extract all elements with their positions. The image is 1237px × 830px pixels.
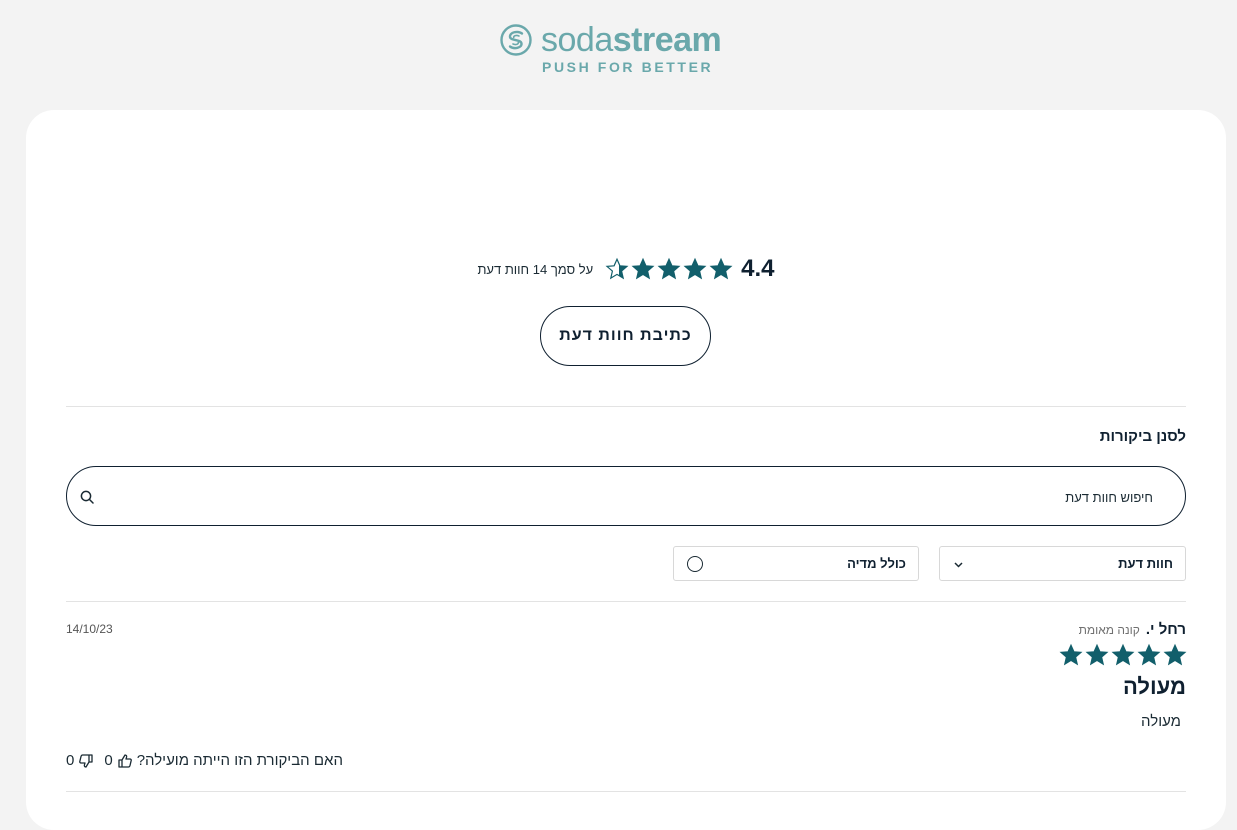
review-body: מעולה [1141, 713, 1181, 730]
media-filter-label: כולל מדיה [847, 556, 906, 571]
rating-summary: על סמך 14 חוות דעת 4.4 [26, 255, 1226, 283]
filter-reviews-title: לסנן ביקורות [1099, 428, 1186, 445]
sodastream-logo-icon [500, 24, 532, 56]
star-icon [709, 257, 733, 280]
logo-wordmark-bold: stream [612, 21, 722, 59]
reviews-card: על סמך 14 חוות דעת 4.4 כתיבת חוות דעת לס… [26, 110, 1226, 830]
star-icon [683, 257, 707, 280]
summary-stars [605, 257, 733, 281]
search-icon[interactable] [80, 490, 94, 504]
chevron-down-icon [954, 562, 963, 568]
search-box [66, 466, 1186, 526]
opinion-filter-label: חוות דעת [1118, 556, 1173, 571]
review-count: על סמך 14 חוות דעת [477, 261, 594, 277]
media-filter-toggle[interactable]: כולל מדיה [673, 546, 919, 581]
star-icon [1059, 643, 1083, 666]
media-radio[interactable] [687, 556, 703, 572]
helpful-question: האם הביקורת הזו הייתה מועילה? [136, 752, 343, 769]
author-name: רחל י. [1145, 621, 1186, 638]
review-date: 14/10/23 [66, 622, 113, 636]
review-title: מעולה [1122, 674, 1186, 699]
star-icon [1111, 643, 1135, 666]
star-icon [631, 257, 655, 280]
review-author: רחל י. קונה מאומת [1079, 621, 1186, 638]
verified-buyer-badge: קונה מאומת [1078, 623, 1140, 637]
divider [66, 406, 1186, 407]
star-icon [1085, 643, 1109, 666]
opinion-filter-select[interactable]: חוות דעת [939, 546, 1186, 581]
divider [66, 791, 1186, 792]
star-icon [657, 257, 681, 280]
review-stars [1059, 643, 1187, 667]
star-icon [1137, 643, 1161, 666]
star-icon [1163, 643, 1187, 666]
search-input[interactable] [253, 485, 1153, 509]
sodastream-logo[interactable]: sodastream PUSH FOR BETTER [500, 20, 752, 76]
thumbs-down-count: 0 [66, 752, 75, 769]
logo-wordmark-light: soda [541, 21, 613, 59]
star-icon [605, 257, 629, 280]
helpful-votes: 0 0 האם הביקורת הזו הייתה מועילה? [66, 752, 343, 769]
thumbs-up-count: 0 [104, 752, 113, 769]
thumbs-up-icon[interactable] [117, 753, 133, 769]
thumbs-down-icon[interactable] [78, 753, 94, 769]
write-review-button[interactable]: כתיבת חוות דעת [540, 306, 711, 366]
logo-tagline: PUSH FOR BETTER [542, 59, 714, 75]
logo-wordmark: sodastream [541, 20, 722, 60]
divider [66, 601, 1186, 602]
average-rating: 4.4 [741, 255, 775, 282]
